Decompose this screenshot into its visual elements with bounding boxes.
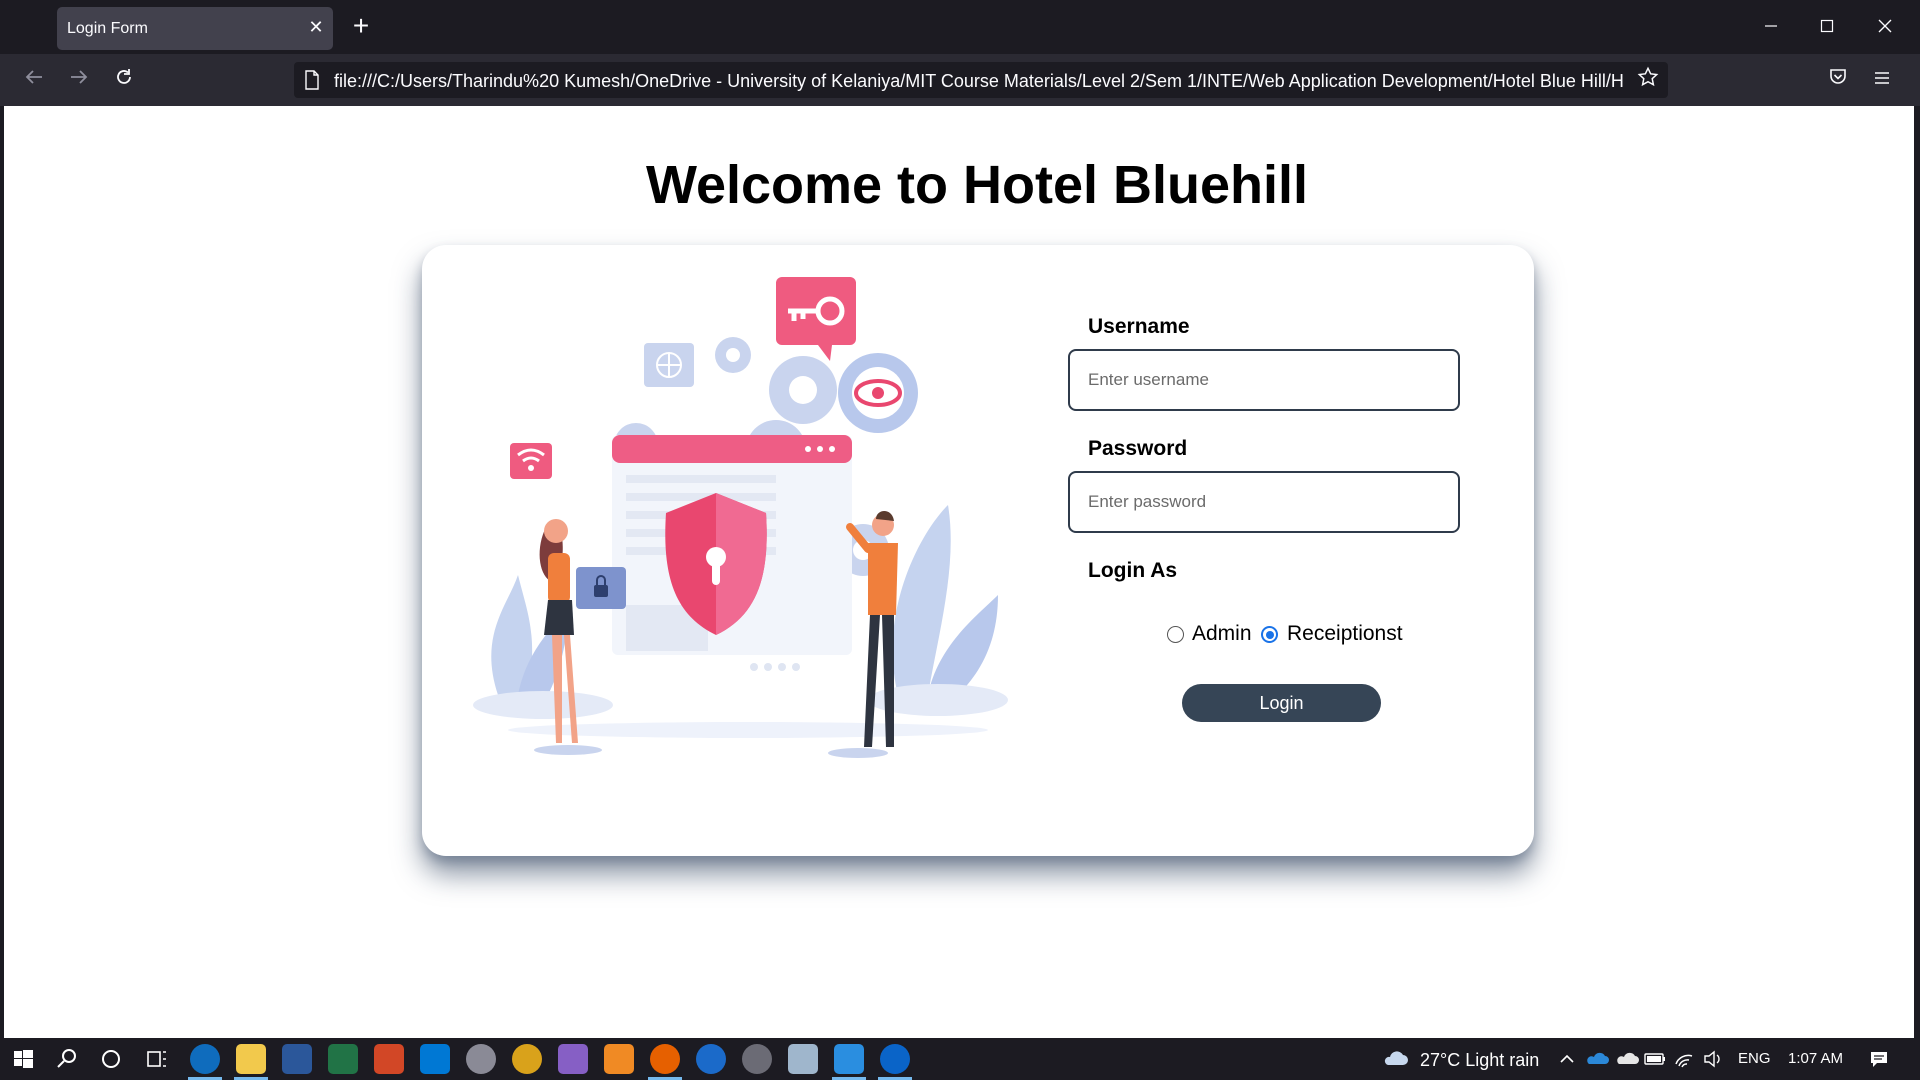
cortana-icon[interactable] (96, 1044, 126, 1074)
receptionist-radio[interactable] (1261, 626, 1278, 643)
tab-close-icon[interactable]: ✕ (305, 16, 327, 38)
battery-icon[interactable] (1640, 1044, 1670, 1074)
page-viewport: Welcome to Hotel Bluehill Username Enter… (4, 106, 1914, 1038)
login-button[interactable]: Login (1182, 684, 1381, 722)
admin-radio[interactable] (1167, 626, 1184, 643)
admin-radio-label[interactable]: Admin (1192, 622, 1252, 646)
username-label: Username (1088, 315, 1190, 338)
receptionist-radio-label[interactable]: Receiptionst (1287, 622, 1403, 646)
new-tab-icon[interactable]: + (346, 12, 376, 42)
browser-nav-bar: file:///C:/Users/Tharindu%20 Kumesh/OneD… (0, 54, 1920, 106)
wifi-icon[interactable] (1670, 1044, 1700, 1074)
bookmark-star-icon[interactable] (1634, 66, 1662, 94)
mail-icon[interactable] (420, 1044, 450, 1074)
pocket-icon[interactable] (1822, 64, 1854, 96)
clock-time[interactable]: 1:07 AM (1788, 1050, 1843, 1067)
reload-icon[interactable] (108, 64, 140, 96)
app-icon[interactable] (696, 1044, 726, 1074)
powerpoint-icon[interactable] (374, 1044, 404, 1074)
cloud-icon[interactable] (1612, 1044, 1642, 1074)
url-bar[interactable]: file:///C:/Users/Tharindu%20 Kumesh/OneD… (294, 62, 1668, 98)
weather-cloud-icon[interactable] (1380, 1044, 1410, 1074)
task-view-icon[interactable] (142, 1044, 172, 1074)
app-icon[interactable] (834, 1044, 864, 1074)
file-explorer-icon[interactable] (236, 1044, 266, 1074)
app-icon[interactable] (512, 1044, 542, 1074)
tab-title: Login Form (67, 20, 148, 37)
app-icon[interactable] (788, 1044, 818, 1074)
url-text[interactable]: file:///C:/Users/Tharindu%20 Kumesh/OneD… (334, 71, 1624, 92)
page-icon (305, 70, 319, 90)
tab-login-form[interactable]: Login Form ✕ (57, 7, 333, 50)
app-icon[interactable] (742, 1044, 772, 1074)
chevron-up-icon[interactable] (1552, 1044, 1582, 1074)
notifications-icon[interactable] (1864, 1044, 1894, 1074)
menu-icon[interactable] (1866, 64, 1898, 96)
username-input[interactable] (1068, 349, 1460, 411)
forward-arrow-icon[interactable] (63, 64, 95, 96)
windows-taskbar: 27°C Light rain ENG 1:07 AM (0, 1038, 1920, 1080)
edge-icon[interactable] (190, 1044, 220, 1074)
firefox-icon[interactable] (650, 1044, 680, 1074)
security-illustration (473, 277, 1008, 758)
close-icon[interactable] (1870, 12, 1900, 42)
page-title: Welcome to Hotel Bluehill (645, 155, 1309, 215)
onedrive-cloud-icon[interactable] (1582, 1044, 1612, 1074)
login-card: Username Password Login As Admin Receipt… (422, 245, 1534, 856)
volume-icon[interactable] (1698, 1044, 1728, 1074)
back-arrow-icon[interactable] (18, 64, 50, 96)
browser-tab-bar: Login Form ✕ + (0, 0, 1920, 54)
password-input[interactable] (1068, 471, 1460, 533)
password-label: Password (1088, 437, 1188, 460)
maximize-icon[interactable] (1812, 12, 1842, 42)
excel-icon[interactable] (328, 1044, 358, 1074)
weather-text[interactable]: 27°C Light rain (1420, 1050, 1539, 1071)
word-icon[interactable] (282, 1044, 312, 1074)
search-icon[interactable] (52, 1044, 82, 1074)
app-icon[interactable] (466, 1044, 496, 1074)
start-icon[interactable] (8, 1044, 38, 1074)
login-as-label: Login As (1088, 559, 1178, 582)
visual-studio-icon[interactable] (558, 1044, 588, 1074)
onedrive-icon[interactable] (880, 1044, 910, 1074)
minimize-icon[interactable] (1756, 12, 1786, 42)
vlc-icon[interactable] (604, 1044, 634, 1074)
language-indicator[interactable]: ENG (1738, 1050, 1771, 1067)
